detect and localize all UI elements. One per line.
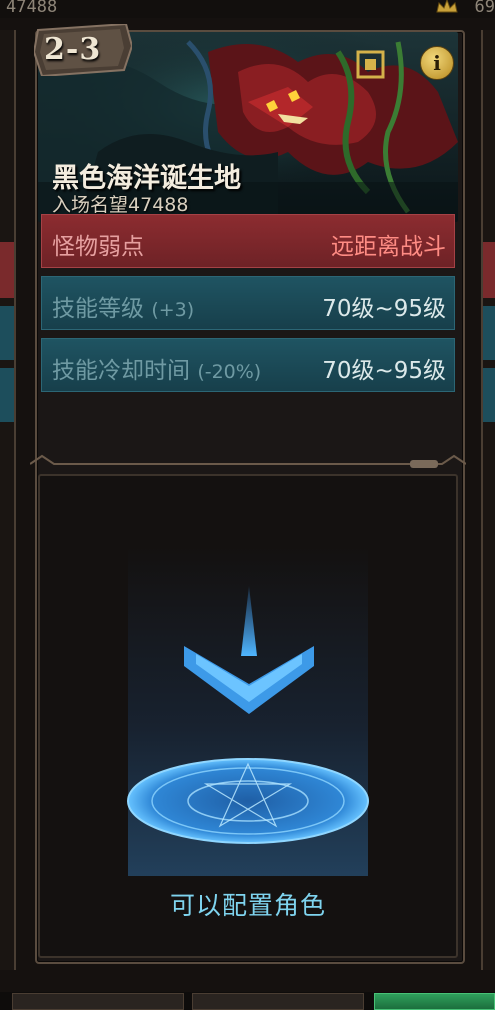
character-slot[interactable]: 可以配置角色 (38, 474, 458, 958)
skill-level-value: 70级~95级 (322, 296, 446, 322)
next-stage-card[interactable] (481, 30, 495, 970)
bottom-tab-2[interactable] (192, 993, 364, 1010)
skill-level-modifier: (+3) (151, 299, 195, 321)
monster-weakness-label: 怪物弱点 (52, 234, 144, 260)
entry-reputation-value: 47488 (128, 194, 189, 216)
skill-cooldown-value: 70级~95级 (322, 358, 446, 384)
summon-circle-icon (127, 758, 369, 844)
confirm-button[interactable] (374, 993, 495, 1010)
crown-icon (436, 0, 458, 13)
skill-cooldown-row: 技能冷却时间 (-20%) 70级~95级 (41, 338, 455, 392)
card-divider (30, 454, 466, 468)
skill-level-row: 技能等级 (+3) 70级~95级 (41, 276, 455, 330)
skill-level-label: 技能等级 (+3) (52, 289, 194, 323)
info-icon[interactable]: i (420, 46, 454, 80)
stage-card[interactable]: 2-3 i 黑色海洋诞生地 入场名望47488 怪物弱点 远距离战斗 技能等级 … (30, 22, 466, 967)
skill-cooldown-modifier: (-20%) (197, 361, 262, 383)
skill-cooldown-label-text: 技能冷却时间 (52, 358, 190, 384)
top-status-bar: 47488 69 (0, 0, 495, 18)
skill-level-label-text: 技能等级 (52, 296, 144, 322)
monster-weakness-row: 怪物弱点 远距离战斗 (41, 214, 455, 268)
monster-weakness-value: 远距离战斗 (331, 234, 446, 260)
skill-cooldown-label: 技能冷却时间 (-20%) (52, 351, 261, 385)
entry-reputation: 入场名望47488 (52, 190, 188, 217)
bottom-tab-1[interactable] (12, 993, 184, 1010)
previous-stage-card[interactable] (0, 30, 16, 970)
entry-reputation-label: 入场名望 (52, 194, 129, 216)
stage-number: 2-3 (44, 32, 102, 67)
top-right-value: 69 (474, 0, 495, 17)
configure-character-text: 可以配置角色 (169, 891, 326, 920)
down-arrow-icon (184, 586, 314, 714)
top-reputation-value: 47488 (6, 0, 58, 17)
